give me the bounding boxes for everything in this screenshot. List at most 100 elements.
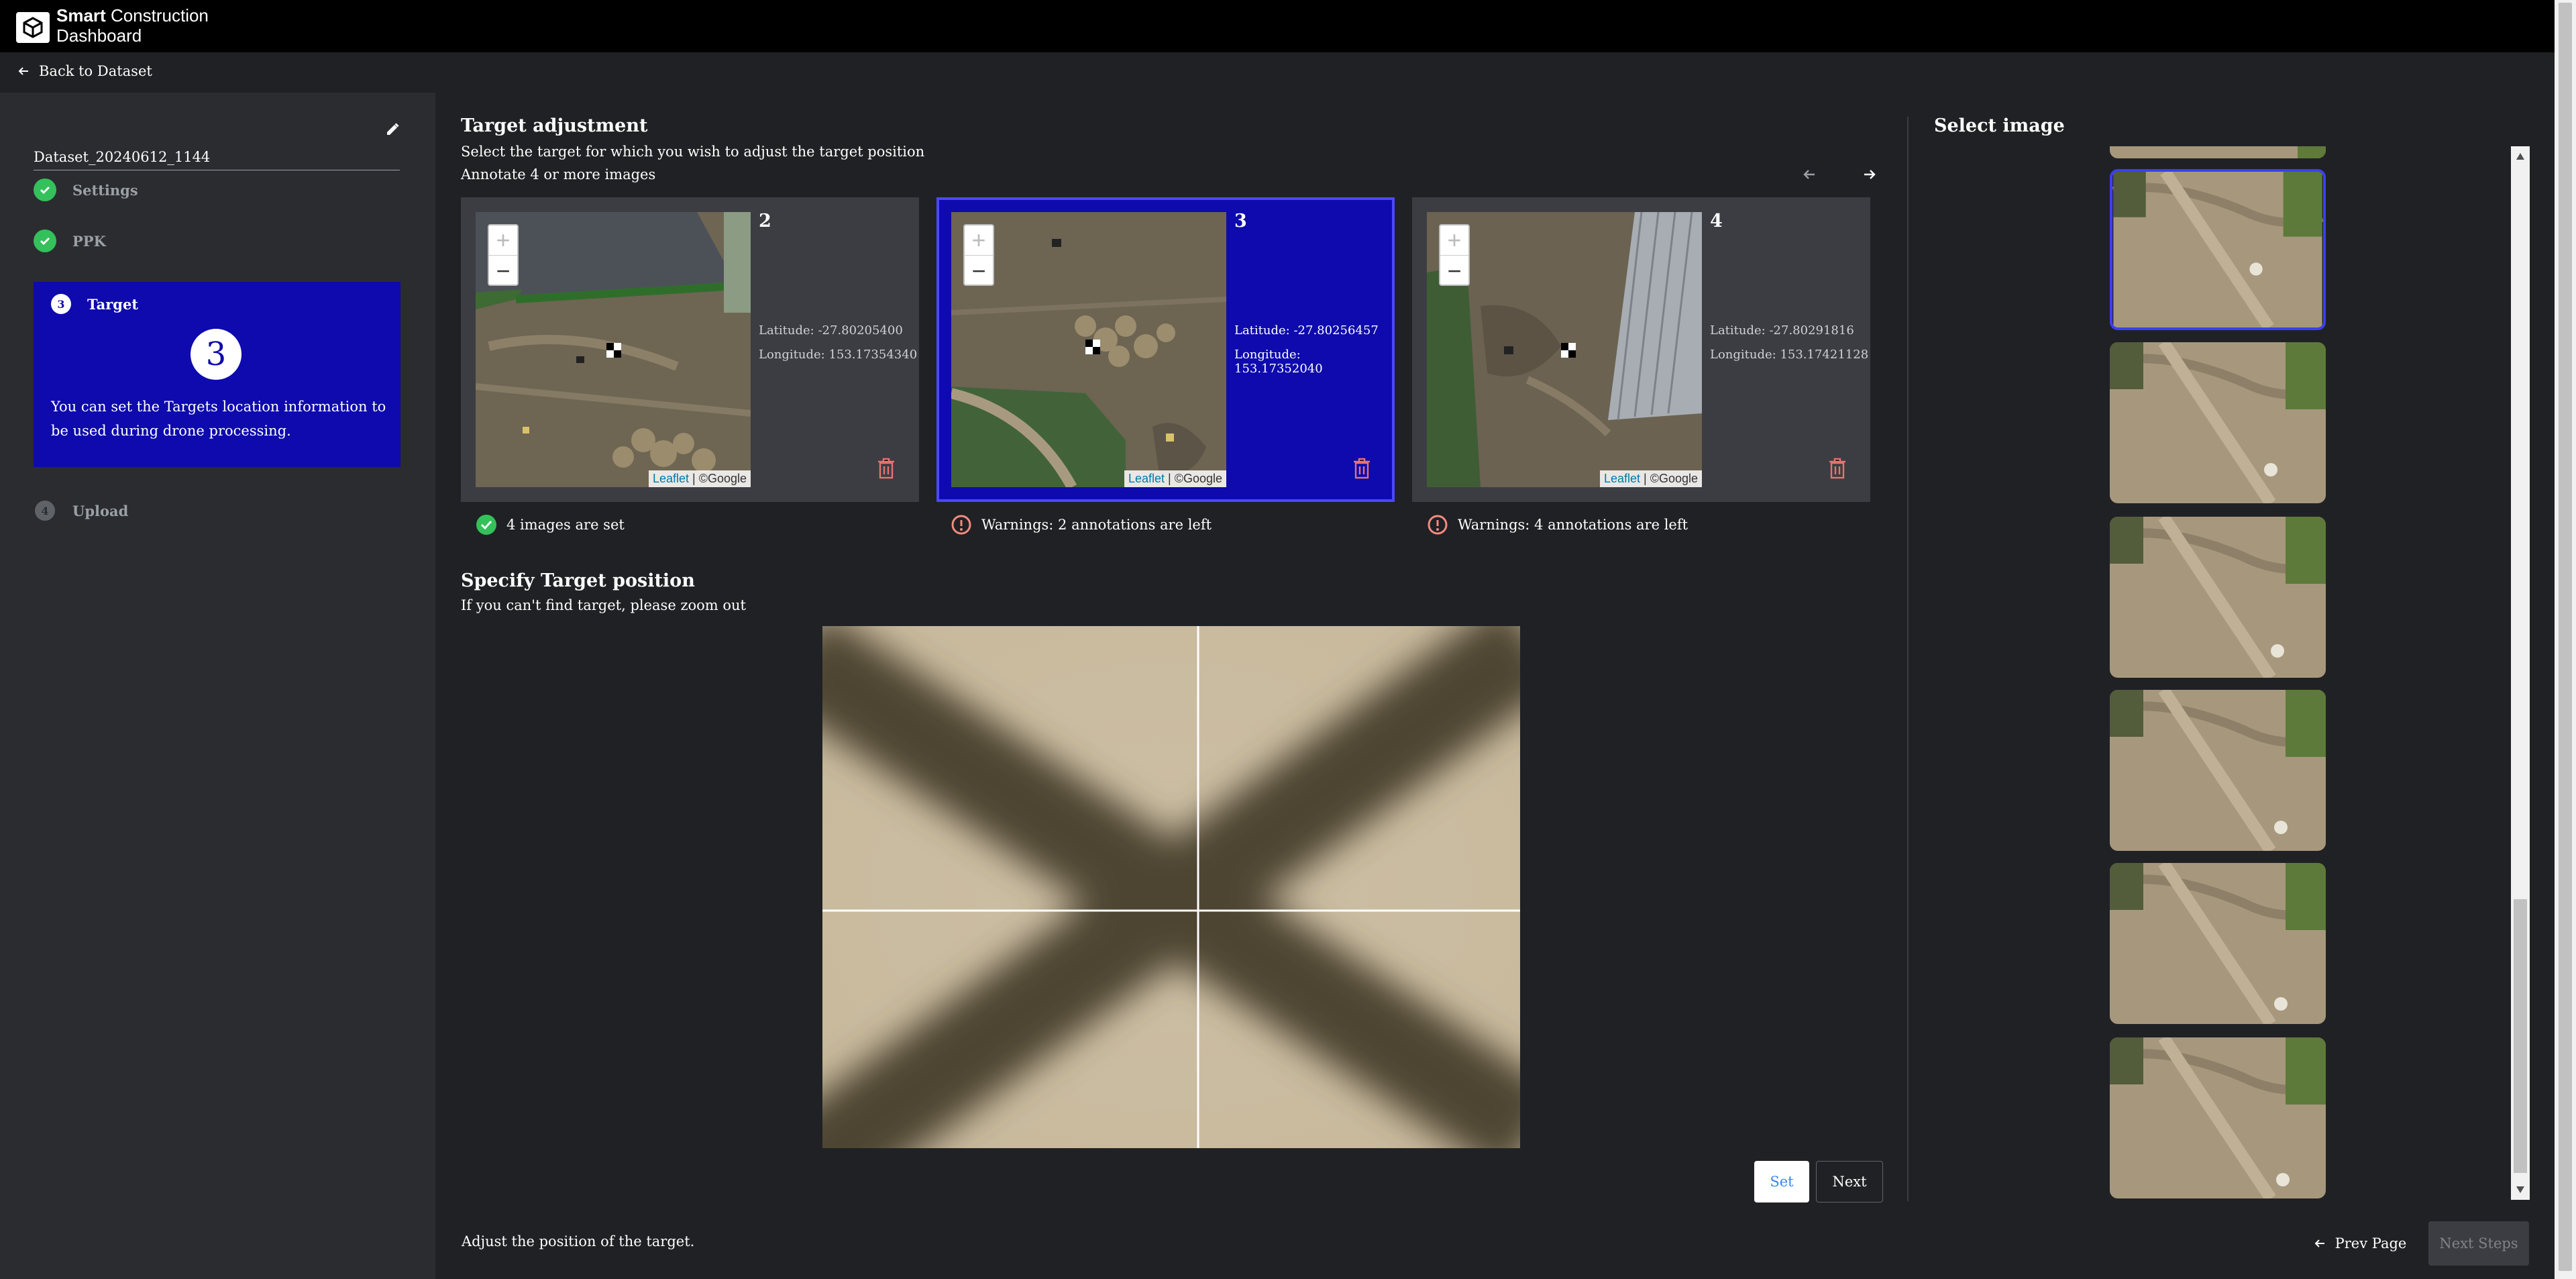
google-attribution: | ©Google <box>1644 472 1698 485</box>
warning-circle-icon <box>1428 515 1448 535</box>
top-bar: Smart Construction Dashboard <box>0 0 2576 52</box>
sidebar: Dataset_20240612_1144 Settings PPK 3 Tar… <box>0 93 435 1279</box>
dataset-name-field[interactable]: Dataset_20240612_1144 <box>34 119 400 170</box>
step-label: Target <box>87 295 139 313</box>
annotate-hint: Annotate 4 or more images <box>461 166 656 183</box>
main-content: Target adjustment Select the target for … <box>435 93 1905 1279</box>
target-zoom-view[interactable] <box>822 626 1520 1148</box>
brand-bold: Smart <box>56 5 106 25</box>
target-status-warning: Warnings: 4 annotations are left <box>1427 514 1688 535</box>
specify-target-hint: If you can't find target, please zoom ou… <box>461 597 746 613</box>
prev-page-label: Prev Page <box>2334 1235 2407 1251</box>
target-adjustment-title: Target adjustment <box>461 115 648 136</box>
map-thumbnail[interactable]: + − Leaflet | ©Google <box>476 212 751 487</box>
panel-divider <box>1907 117 1909 1201</box>
leaflet-link[interactable]: Leaflet <box>653 472 689 485</box>
target-longitude: Longitude: 153.17352040 <box>1234 348 1323 376</box>
thumbnail-scrollbar[interactable] <box>2511 146 2530 1200</box>
status-text: 4 images are set <box>506 517 625 533</box>
trash-icon[interactable] <box>1828 458 1847 479</box>
target-card[interactable]: + − Leaflet | ©Google 4 Latitude: -27.80… <box>1412 197 1870 502</box>
image-thumbnail-list[interactable] <box>2110 146 2328 1200</box>
scroll-up-icon[interactable] <box>2516 153 2524 160</box>
warning-circle-icon <box>951 515 971 535</box>
back-to-dataset-link[interactable]: Back to Dataset <box>17 63 152 79</box>
check-circle-icon <box>476 515 496 535</box>
zoom-out-button[interactable]: − <box>965 256 993 286</box>
next-button[interactable]: Next <box>1816 1161 1883 1203</box>
brand-name: Smart Construction Dashboard <box>56 5 209 46</box>
target-card[interactable]: + − Leaflet | ©Google 2 Latitude: -27.80… <box>461 197 919 502</box>
google-attribution: | ©Google <box>692 472 747 485</box>
step-ppk[interactable]: PPK <box>34 229 106 252</box>
target-latitude: Latitude: -27.80291816 <box>1710 323 1854 338</box>
map-zoom-control: + − <box>488 224 519 286</box>
next-steps-button[interactable]: Next Steps <box>2428 1221 2529 1266</box>
image-thumbnail[interactable] <box>2110 517 2326 678</box>
map-thumbnail[interactable]: + − Leaflet | ©Google <box>1427 212 1702 487</box>
map-attribution: Leaflet | ©Google <box>1124 470 1226 487</box>
zoom-in-button[interactable]: + <box>1440 225 1468 256</box>
status-text: Warnings: 2 annotations are left <box>981 517 1212 533</box>
zoom-out-button[interactable]: − <box>489 256 517 286</box>
step-label: PPK <box>72 232 106 250</box>
target-id: 4 <box>1710 211 1723 232</box>
image-thumbnail[interactable] <box>2110 1037 2326 1198</box>
pencil-icon[interactable] <box>385 122 400 137</box>
brand-line2: Dashboard <box>56 25 142 46</box>
scroll-down-icon[interactable] <box>2516 1186 2524 1193</box>
target-status-ok: 4 images are set <box>476 514 625 535</box>
map-attribution: Leaflet | ©Google <box>648 470 751 487</box>
prev-page-button[interactable]: Prev Page <box>2313 1221 2407 1266</box>
zoom-out-button[interactable]: − <box>1440 256 1468 286</box>
back-bar: Back to Dataset <box>0 52 2576 93</box>
step-description: You can set the Targets location informa… <box>51 399 386 439</box>
step-target-active[interactable]: 3 Target 3 You can set the Targets locat… <box>34 282 400 467</box>
dataset-name-text: Dataset_20240612_1144 <box>34 149 211 165</box>
leaflet-link[interactable]: Leaflet <box>1128 472 1165 485</box>
page-scrollbar[interactable] <box>2555 0 2576 1279</box>
arrow-right-icon[interactable] <box>1862 166 1878 183</box>
target-longitude: Longitude: 153.17421128 <box>1710 348 1869 362</box>
image-thumbnail[interactable] <box>2110 690 2326 851</box>
target-status-warning: Warnings: 2 annotations are left <box>951 514 1212 535</box>
target-latitude: Latitude: -27.80205400 <box>759 323 903 338</box>
target-id: 3 <box>1234 211 1247 232</box>
zoom-in-button[interactable]: + <box>965 225 993 256</box>
target-id: 2 <box>759 211 771 232</box>
set-button[interactable]: Set <box>1754 1161 1809 1203</box>
status-text: Warnings: 4 annotations are left <box>1458 517 1688 533</box>
target-card-selected[interactable]: + − Leaflet | ©Google 3 Latitude: -27.80… <box>936 197 1395 502</box>
scrollbar-thumb[interactable] <box>2514 899 2527 1173</box>
zoom-in-button[interactable]: + <box>489 225 517 256</box>
step-big-number: 3 <box>191 329 241 380</box>
trash-icon[interactable] <box>877 458 896 479</box>
footer-instruction: Adjust the position of the target. <box>462 1233 695 1249</box>
back-label: Back to Dataset <box>39 63 152 79</box>
step-number: 3 <box>51 294 71 314</box>
step-label: Settings <box>72 181 138 199</box>
target-latitude: Latitude: -27.80256457 <box>1234 323 1379 338</box>
map-attribution: Leaflet | ©Google <box>1599 470 1702 487</box>
step-settings[interactable]: Settings <box>34 178 138 201</box>
map-zoom-control: + − <box>1439 224 1470 286</box>
step-number: 4 <box>35 501 55 521</box>
image-thumbnail-selected[interactable] <box>2110 169 2326 330</box>
leaflet-link[interactable]: Leaflet <box>1604 472 1640 485</box>
select-image-title: Select image <box>1934 115 2065 136</box>
image-thumbnail[interactable] <box>2110 146 2326 158</box>
target-longitude: Longitude: 153.17354340 <box>759 348 918 362</box>
specify-target-title: Specify Target position <box>461 570 695 591</box>
check-circle-icon <box>34 178 56 201</box>
trash-icon[interactable] <box>1352 458 1371 479</box>
page-scrollbar-thumb[interactable] <box>2559 3 2572 1271</box>
image-thumbnail[interactable] <box>2110 863 2326 1024</box>
step-label: Upload <box>72 502 129 519</box>
arrow-left-icon[interactable] <box>1801 166 1817 183</box>
step-upload[interactable]: 4 Upload <box>34 501 128 521</box>
map-thumbnail[interactable]: + − Leaflet | ©Google <box>951 212 1226 487</box>
target-adjustment-subtitle: Select the target for which you wish to … <box>461 144 925 160</box>
map-zoom-control: + − <box>963 224 994 286</box>
google-attribution: | ©Google <box>1168 472 1222 485</box>
image-thumbnail[interactable] <box>2110 342 2326 503</box>
